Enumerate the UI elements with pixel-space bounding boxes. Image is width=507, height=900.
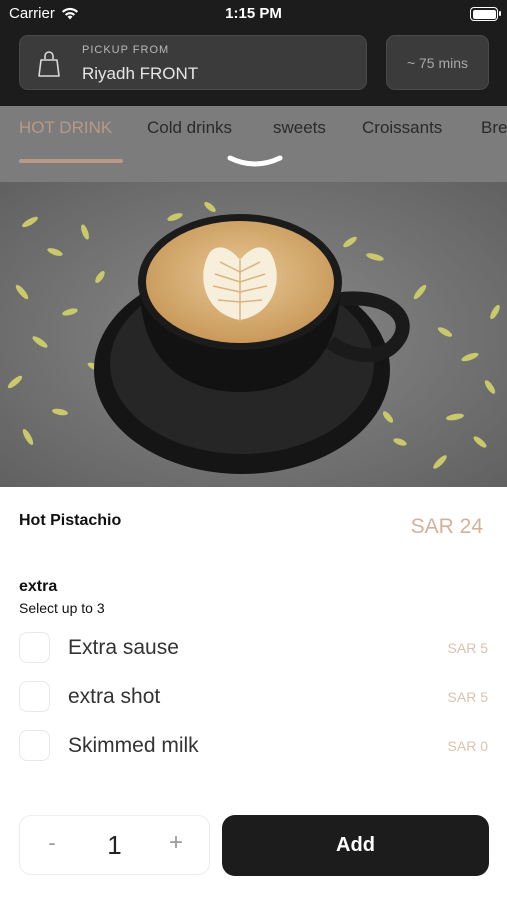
shopping-bag-icon (38, 51, 60, 77)
top-bar: Carrier 1:15 PM PICKUP FROM Riyadh FRONT… (0, 0, 507, 106)
tab-sweets[interactable]: sweets (273, 118, 326, 138)
tab-breakfast[interactable]: Bre (481, 118, 507, 138)
add-to-cart-button[interactable]: Add (222, 815, 489, 876)
active-tab-indicator (19, 159, 123, 163)
option-name: Extra sause (68, 636, 179, 659)
checkbox[interactable] (19, 730, 50, 761)
pickup-location-selector[interactable]: PICKUP FROM Riyadh FRONT (19, 35, 367, 90)
chevron-down-icon[interactable] (226, 154, 284, 174)
option-price: SAR 0 (447, 738, 488, 754)
category-tabs: HOT DRINK Cold drinks sweets Croissants … (0, 106, 507, 182)
extra-option-skimmed-milk[interactable]: Skimmed milk SAR 0 (19, 729, 488, 763)
product-image (0, 182, 507, 487)
extras-title: extra (19, 578, 58, 595)
option-price: SAR 5 (447, 640, 488, 656)
tab-croissants[interactable]: Croissants (362, 118, 442, 138)
increase-quantity-button[interactable]: + (165, 829, 187, 857)
product-name: Hot Pistachio (19, 512, 122, 529)
extra-option-sauce[interactable]: Extra sause SAR 5 (19, 631, 488, 665)
tab-hot-drink[interactable]: HOT DRINK (19, 118, 112, 138)
option-name: extra shot (68, 685, 161, 708)
battery-icon (470, 7, 501, 21)
extra-option-shot[interactable]: extra shot SAR 5 (19, 680, 488, 714)
product-price: SAR 24 (410, 515, 483, 538)
eta-badge[interactable]: ~ 75 mins (386, 35, 489, 90)
clock: 1:15 PM (225, 5, 282, 22)
tab-cold-drinks[interactable]: Cold drinks (147, 118, 232, 138)
checkbox[interactable] (19, 632, 50, 663)
extras-subtitle: Select up to 3 (19, 600, 105, 616)
pickup-location: Riyadh FRONT (82, 64, 199, 83)
option-price: SAR 5 (447, 689, 488, 705)
pickup-label: PICKUP FROM (82, 44, 170, 56)
checkbox[interactable] (19, 681, 50, 712)
option-name: Skimmed milk (68, 734, 199, 757)
quantity-stepper: - 1 + (19, 815, 210, 875)
status-bar: Carrier 1:15 PM (0, 0, 507, 28)
